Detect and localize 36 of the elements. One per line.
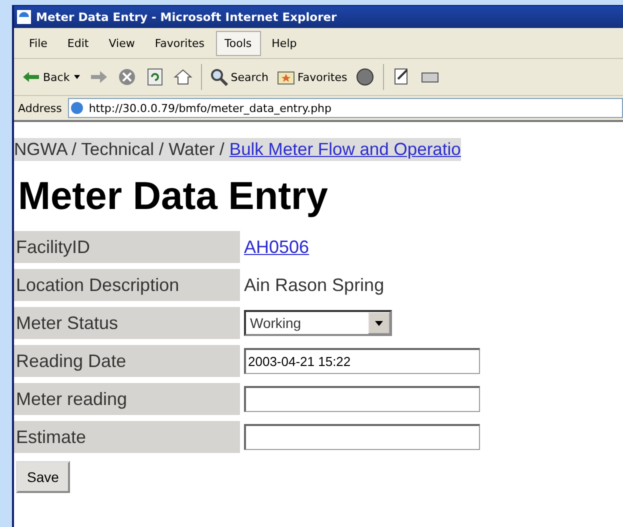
status-dropdown[interactable]: Working: [244, 310, 392, 336]
menu-item[interactable]: Tools: [216, 30, 261, 56]
field-value: Ain Rason Spring: [244, 274, 384, 296]
field-label: FacilityID: [14, 231, 240, 263]
breadcrumb-path: NGWA / Technical / Water /: [14, 139, 224, 160]
field-label: Meter Status: [14, 307, 240, 339]
breadcrumb-link[interactable]: Bulk Meter Flow and Operatio: [229, 139, 461, 160]
input-field[interactable]: [244, 386, 480, 412]
save-button[interactable]: Save: [16, 461, 70, 493]
field-label: Reading Date: [14, 345, 240, 377]
home-icon[interactable]: [172, 67, 193, 87]
address-field[interactable]: http://30.0.0.79/bmfo/meter_data_entry.php: [68, 98, 623, 118]
stop-icon[interactable]: [116, 67, 137, 87]
menu-item[interactable]: Favorites: [146, 30, 214, 56]
page-heading: Meter Data Entry: [18, 175, 329, 219]
menu-item[interactable]: File: [20, 30, 56, 56]
menu-item[interactable]: Help: [262, 30, 306, 56]
facility-link[interactable]: AH0506: [244, 236, 310, 258]
field-label: Meter reading: [14, 383, 240, 415]
input-field[interactable]: 2003-04-21 15:22: [244, 348, 480, 374]
address-label: Address: [18, 102, 62, 114]
back-button[interactable]: Back: [22, 70, 81, 84]
refresh-icon[interactable]: [144, 67, 165, 87]
back-arrow-icon: [22, 70, 40, 84]
field-label: Location Description: [14, 269, 240, 301]
menu-item[interactable]: View: [100, 30, 144, 56]
caret-icon: [72, 74, 81, 80]
star-folder-icon: [276, 69, 295, 85]
field-label: Estimate: [14, 421, 240, 453]
menu-item[interactable]: Edit: [58, 30, 98, 56]
browser-icon: [16, 9, 32, 25]
search-icon: [210, 68, 228, 86]
input-field[interactable]: [244, 424, 480, 450]
favorites-button[interactable]: Favorites: [276, 69, 348, 85]
window-title: Meter Data Entry - Microsoft Internet Explorer: [36, 10, 337, 24]
search-button[interactable]: Search: [210, 68, 269, 86]
